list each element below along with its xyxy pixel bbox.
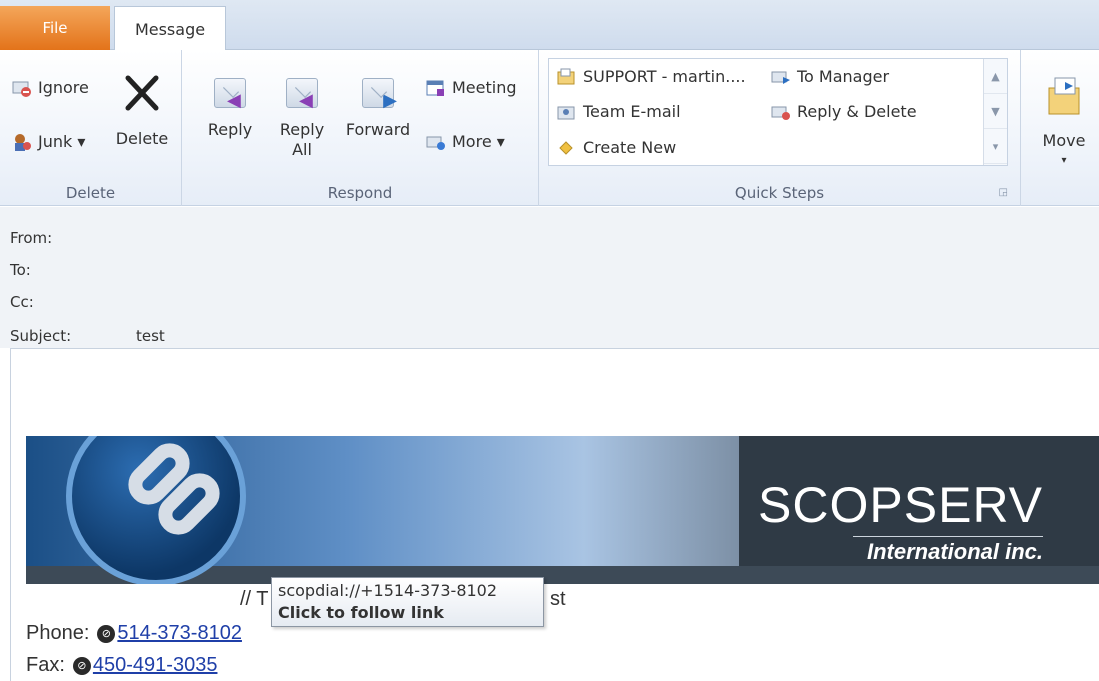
junk-icon [12,133,32,151]
cc-label: Cc: [10,293,34,311]
fax-label: Fax: [26,654,65,676]
subject-value: test [136,327,165,345]
quick-steps-gallery: SUPPORT - martin.... To Manager Team E-m… [548,58,1008,166]
more-label: More ▾ [452,132,505,151]
reply-all-icon: ◀ [286,78,318,111]
dial-icon[interactable]: ⊘ [72,656,91,675]
quick-step-team-email[interactable]: Team E-mail [557,102,681,121]
meeting-icon [426,79,446,97]
junk-button[interactable]: Junk ▾ [12,132,85,151]
quick-step-support[interactable]: SUPPORT - martin.... [557,67,746,86]
fax-link[interactable]: 450-491-3035 [93,654,218,677]
respond-group-label: Respond [327,184,393,202]
quick-step-create-new[interactable]: Create New [557,138,676,157]
from-label: From: [10,229,53,247]
delete-group: Ignore Junk ▾ Delete Delete [0,50,182,206]
quick-step-team-email-label: Team E-mail [583,102,681,121]
forward-icon: ▶ [362,78,397,111]
create-new-icon [557,139,577,157]
dial-icon[interactable]: ⊘ [97,624,116,643]
meeting-label: Meeting [452,78,517,97]
reply-delete-icon [771,103,791,121]
delete-group-label: Delete [65,184,116,202]
forward-label: Forward [345,120,411,139]
quick-step-support-label: SUPPORT - martin.... [583,67,746,86]
junk-label: Junk ▾ [38,132,86,151]
ribbon: Ignore Junk ▾ Delete Delete ◀ Reply ◀ Re… [0,50,1099,206]
move-button[interactable]: Move ▾ [1034,76,1094,171]
reply-button[interactable]: ◀ Reply [202,78,258,140]
signature-banner: SCOPSERV International inc. [26,436,1099,584]
ignore-icon [12,79,32,97]
to-label: To: [10,261,31,279]
delete-label: Delete [115,129,169,148]
move-icon [1045,76,1083,121]
ribbon-tab-bar: File Message [0,0,1099,51]
message-header: From: To: Cc: Subject: test [0,207,1099,348]
reply-all-label-2: All [292,140,312,159]
more-button[interactable]: More ▾ [426,132,505,151]
expand-gallery-icon[interactable]: ▾ [984,129,1007,164]
brand-subtitle: International inc. [853,536,1043,565]
slogan-end: st [550,588,566,610]
move-dropdown-icon: ▾ [1061,155,1067,166]
meeting-button[interactable]: Meeting [426,78,517,97]
ignore-button[interactable]: Ignore [12,78,89,97]
tooltip-hint: Click to follow link [278,603,444,622]
link-tooltip: scopdial://+1514-373-8102 Click to follo… [271,577,544,627]
quick-step-reply-delete-label: Reply & Delete [797,102,917,121]
phone-label: Phone: [26,622,90,644]
delete-icon [122,74,162,117]
reply-all-label-1: Reply [279,120,325,139]
quick-steps-group-label: Quick Steps [734,184,825,202]
dialog-launcher-icon[interactable]: ◲ [999,187,1008,198]
phone-line: Phone: ⊘ 514-373-8102 [26,622,242,645]
quick-step-create-new-label: Create New [583,138,677,157]
subject-label: Subject: [10,327,72,345]
slogan-start: // T [240,588,269,610]
respond-group: ◀ Reply ◀ Reply All ▶ Forward Meeting Mo… [182,50,539,206]
tab-message[interactable]: Message [114,6,226,51]
folder-move-icon [557,68,577,86]
more-respond-icon [426,133,446,151]
tooltip-url: scopdial://+1514-373-8102 [278,581,498,600]
quick-step-to-manager-label: To Manager [797,67,890,86]
tab-file[interactable]: File [0,6,110,50]
scroll-down-icon[interactable]: ▼ [984,94,1007,129]
fax-line: Fax: ⊘ 450-491-3035 [26,654,217,677]
quick-step-to-manager[interactable]: To Manager [771,67,889,86]
reply-icon: ◀ [214,78,246,111]
brand-name: SCOPSERV [758,477,1043,533]
team-mail-icon [557,103,577,121]
phone-link[interactable]: 514-373-8102 [117,622,242,645]
ignore-label: Ignore [38,78,89,97]
scroll-up-icon[interactable]: ▲ [984,59,1007,94]
delete-button[interactable]: Delete [114,74,170,149]
reply-label: Reply [207,120,253,139]
company-logo [66,436,246,584]
forward-button[interactable]: ▶ Forward [340,78,416,140]
quick-step-reply-delete[interactable]: Reply & Delete [771,102,917,121]
reply-all-button[interactable]: ◀ Reply All [274,78,330,160]
quick-steps-scrollbar[interactable]: ▲ ▼ ▾ [983,59,1007,165]
move-label: Move [1042,131,1086,150]
forward-mail-icon [771,68,791,86]
